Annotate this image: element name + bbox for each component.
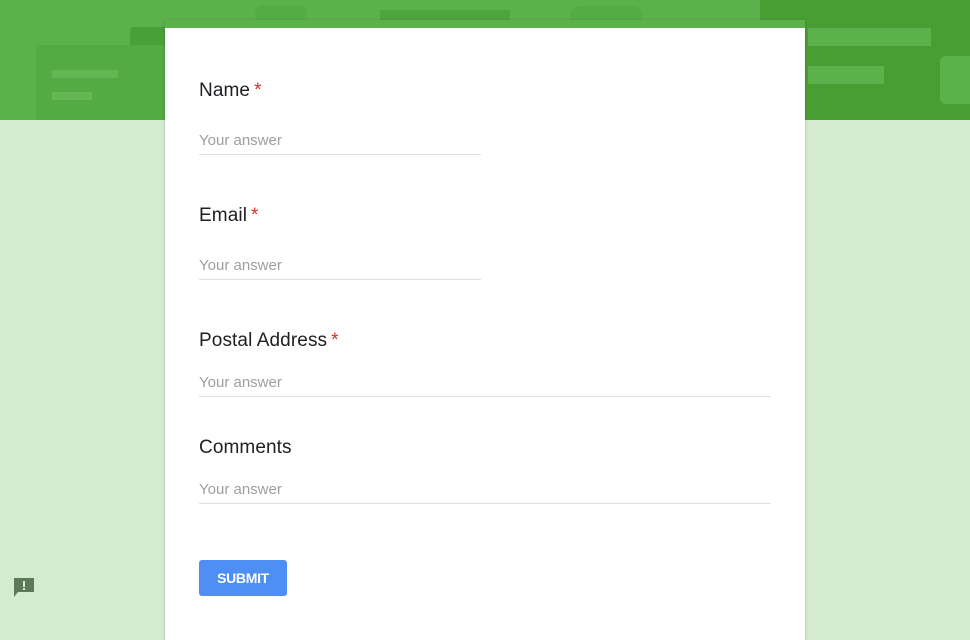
required-asterisk: *: [254, 80, 262, 101]
question-postal-address: Postal Address *: [199, 330, 771, 397]
question-email: Email *: [199, 205, 481, 280]
banner-shape: [808, 66, 884, 84]
banner-shape: [808, 28, 931, 46]
required-asterisk: *: [331, 330, 339, 351]
banner-shape: [52, 70, 118, 78]
comments-input[interactable]: [199, 475, 771, 504]
card-accent-bar: [165, 20, 805, 28]
banner-shape: [940, 56, 970, 104]
submit-button[interactable]: SUBMIT: [199, 560, 287, 596]
banner-shape: [52, 92, 92, 100]
question-label: Email: [199, 205, 248, 226]
banner-shape: [36, 45, 166, 120]
email-input[interactable]: [199, 251, 481, 280]
form-card: Name* Email* Postal Address* Comments SU…: [165, 20, 805, 640]
question-label: Comments: [199, 437, 292, 458]
report-problem-icon[interactable]: [13, 577, 35, 599]
question-label: Name: [199, 80, 251, 101]
question-name: Name *: [199, 80, 481, 155]
name-input[interactable]: [199, 126, 481, 155]
required-asterisk: *: [251, 205, 259, 226]
question-comments: Comments: [199, 437, 771, 504]
question-label: Postal Address: [199, 330, 328, 351]
postal-address-input[interactable]: [199, 368, 771, 397]
